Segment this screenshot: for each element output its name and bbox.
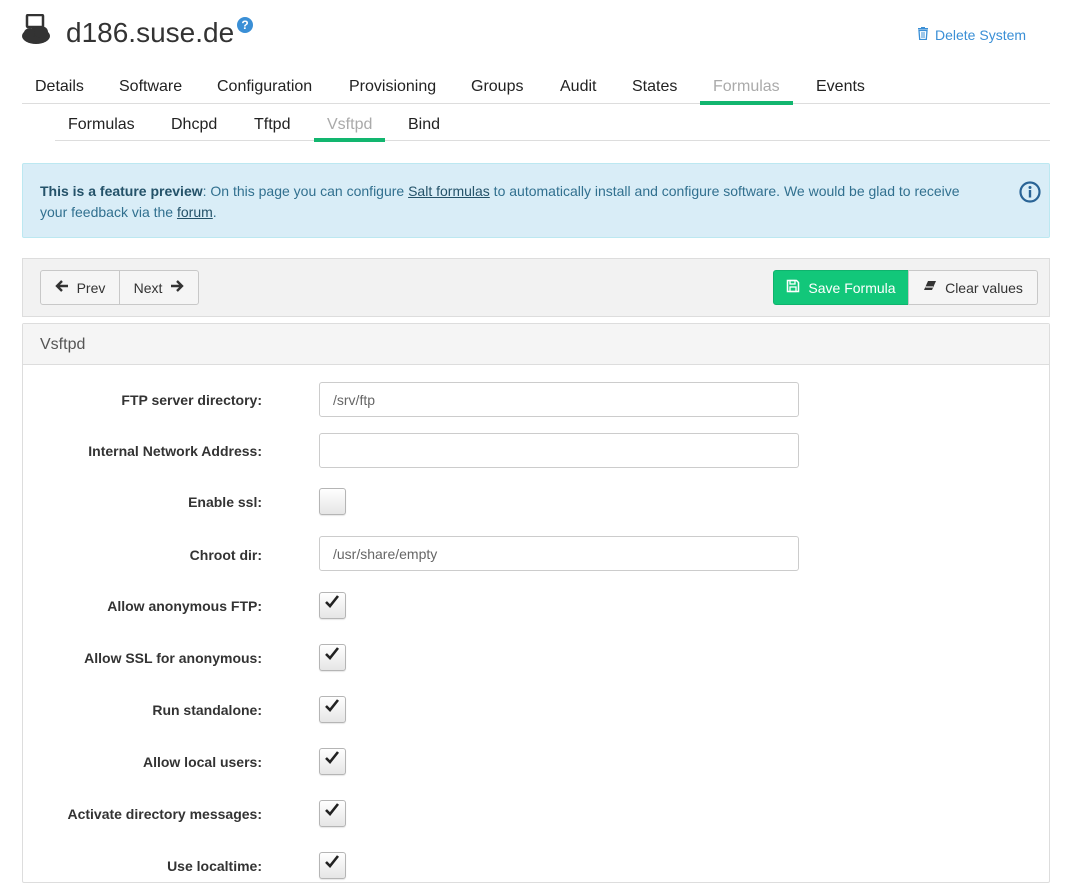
- alert-text-3: .: [212, 204, 217, 220]
- subtab-formulas[interactable]: Formulas: [68, 109, 135, 141]
- alert-text-1: : On this page you can configure: [202, 183, 409, 199]
- clear-values-label: Clear values: [945, 279, 1023, 296]
- system-icon: [20, 13, 52, 46]
- checkmark-icon: [325, 855, 340, 868]
- tab-groups[interactable]: Groups: [471, 70, 523, 104]
- forum-link[interactable]: forum: [177, 204, 213, 220]
- allow-anonymous-ftp-checkbox[interactable]: [319, 592, 346, 619]
- feature-preview-alert: This is a feature preview: On this page …: [22, 163, 1050, 238]
- subtab-tftpd[interactable]: Tftpd: [254, 109, 290, 141]
- allow-anonymous-ftp-label: Allow anonymous FTP:: [107, 598, 262, 614]
- tab-details[interactable]: Details: [35, 70, 84, 104]
- arrow-left-icon: [54, 279, 69, 296]
- run-standalone-label: Run standalone:: [152, 702, 262, 718]
- checkmark-icon: [325, 699, 340, 712]
- enable-ssl-checkbox[interactable]: [319, 488, 346, 515]
- tab-states[interactable]: States: [632, 70, 677, 104]
- allow-ssl-for-anonymous-checkbox[interactable]: [319, 644, 346, 671]
- internal-network-address-input[interactable]: [319, 433, 799, 468]
- next-button[interactable]: Next: [119, 270, 199, 305]
- subtab-dhcpd[interactable]: Dhcpd: [171, 109, 217, 141]
- tab-provisioning[interactable]: Provisioning: [349, 70, 436, 104]
- formula-subtabs: Formulas Dhcpd Tftpd Vsftpd Bind: [55, 109, 1050, 142]
- tab-audit[interactable]: Audit: [560, 70, 596, 104]
- tab-formulas[interactable]: Formulas: [700, 70, 793, 105]
- save-formula-button[interactable]: Save Formula: [773, 270, 909, 305]
- internal-network-address-label: Internal Network Address:: [88, 443, 262, 459]
- use-localtime-checkbox[interactable]: [319, 852, 346, 879]
- next-label: Next: [133, 279, 163, 296]
- alert-bold: This is a feature preview: [40, 183, 203, 199]
- vsftpd-panel: Vsftpd FTP server directory: Internal Ne…: [22, 323, 1050, 883]
- arrow-right-icon: [170, 279, 185, 296]
- checkmark-icon: [325, 595, 340, 608]
- eraser-icon: [923, 279, 937, 296]
- floppy-disk-icon: [786, 279, 800, 296]
- checkmark-icon: [325, 751, 340, 764]
- page-title: d186.suse.de: [66, 17, 235, 48]
- activate-directory-messages-checkbox[interactable]: [319, 800, 346, 827]
- checkmark-icon: [325, 647, 340, 660]
- info-icon: [1019, 181, 1041, 203]
- trash-icon: [917, 25, 929, 45]
- tab-software[interactable]: Software: [119, 70, 182, 104]
- allow-local-users-checkbox[interactable]: [319, 748, 346, 775]
- main-tabs: Details Software Configuration Provision…: [22, 70, 1050, 105]
- allow-ssl-for-anonymous-label: Allow SSL for anonymous:: [84, 650, 262, 666]
- chroot-dir-input[interactable]: [319, 536, 799, 571]
- clear-values-button[interactable]: Clear values: [908, 270, 1038, 305]
- activate-directory-messages-label: Activate directory messages:: [67, 806, 262, 822]
- run-standalone-checkbox[interactable]: [319, 696, 346, 723]
- delete-system-button[interactable]: Delete System: [917, 25, 1026, 45]
- ftp-server-directory-label: FTP server directory:: [121, 392, 262, 408]
- panel-title: Vsftpd: [23, 324, 1049, 365]
- formula-toolbar: Prev Next Save Formula Clear values: [22, 258, 1050, 317]
- prev-button[interactable]: Prev: [40, 270, 120, 305]
- question-icon[interactable]: ?: [237, 17, 253, 33]
- allow-local-users-label: Allow local users:: [142, 754, 262, 770]
- use-localtime-label: Use localtime:: [167, 858, 262, 874]
- checkmark-icon: [325, 803, 340, 816]
- tab-events[interactable]: Events: [816, 70, 865, 104]
- prev-label: Prev: [76, 279, 106, 296]
- tab-configuration[interactable]: Configuration: [217, 70, 312, 104]
- salt-formulas-link[interactable]: Salt formulas: [408, 183, 490, 199]
- subtab-vsftpd[interactable]: Vsftpd: [313, 109, 386, 142]
- chroot-dir-label: Chroot dir:: [189, 547, 262, 563]
- delete-system-label: Delete System: [935, 27, 1027, 43]
- enable-ssl-label: Enable ssl:: [188, 494, 262, 510]
- subtab-bind[interactable]: Bind: [408, 109, 440, 141]
- save-formula-label: Save Formula: [808, 279, 896, 296]
- ftp-server-directory-input[interactable]: [319, 382, 799, 417]
